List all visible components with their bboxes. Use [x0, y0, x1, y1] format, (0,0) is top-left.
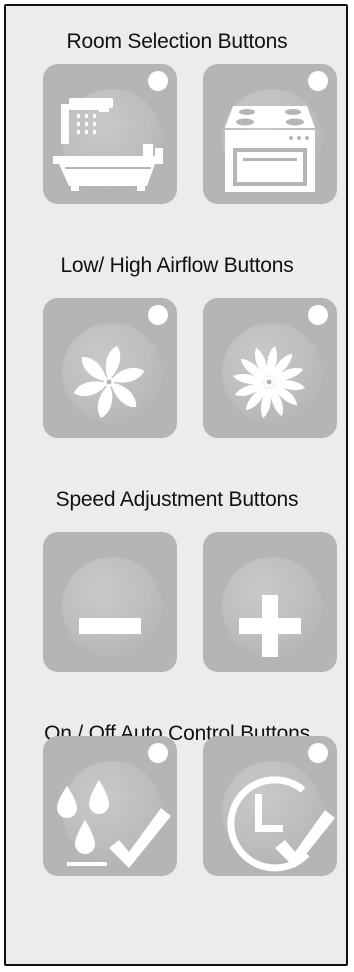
fan-high-icon: [233, 346, 305, 418]
low-airflow-button[interactable]: [43, 298, 177, 438]
fan-low-icon: [72, 346, 146, 418]
plus-icon: [239, 595, 301, 657]
timer-auto-button[interactable]: [203, 736, 337, 876]
minus-icon: [79, 618, 141, 634]
kitchen-stove-icon: [225, 106, 315, 192]
humidity-auto-icon: [57, 780, 171, 868]
bathroom-icon: [53, 98, 163, 191]
high-airflow-button[interactable]: [203, 298, 337, 438]
timer-auto-icon: [227, 776, 335, 872]
humidity-auto-button[interactable]: [43, 736, 177, 876]
bathroom-button[interactable]: [43, 64, 177, 204]
section-title-speed: Speed Adjustment Buttons: [55, 488, 299, 511]
speed-up-button[interactable]: [203, 532, 337, 672]
section-title-room-selection: Room Selection Buttons: [66, 30, 288, 53]
kitchen-button[interactable]: [203, 64, 337, 204]
section-title-airflow: Low/ High Airflow Buttons: [60, 254, 294, 277]
speed-down-button[interactable]: [43, 532, 177, 672]
